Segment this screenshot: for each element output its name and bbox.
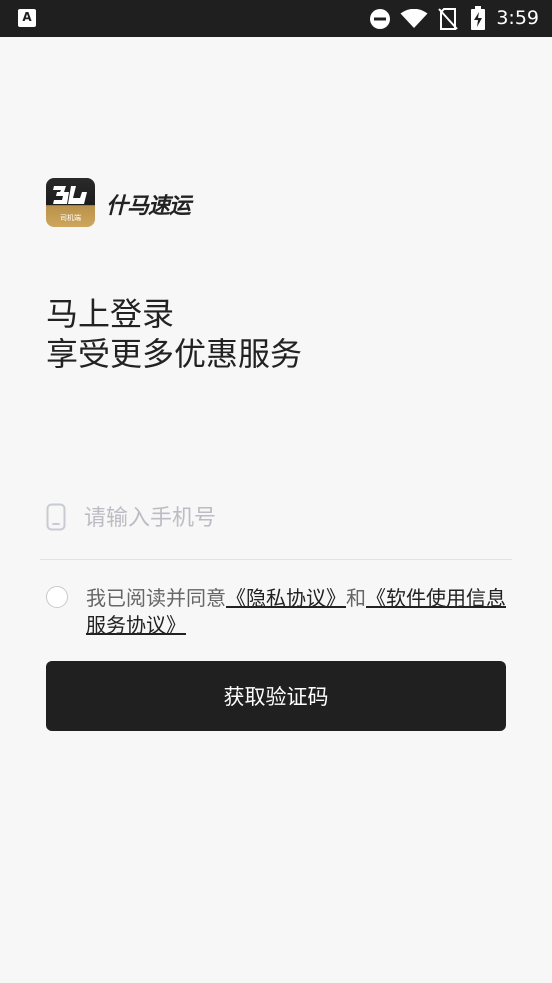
battery-charging-icon	[471, 6, 485, 30]
agreement-checkbox[interactable]	[46, 586, 68, 608]
get-verification-code-button[interactable]: 获取验证码	[46, 661, 506, 731]
agreement-conjunction: 和	[346, 586, 366, 610]
privacy-policy-link[interactable]: 《隐私协议》	[226, 586, 346, 610]
agreement-text: 我已阅读并同意《隐私协议》和《软件使用信息服务协议》	[86, 585, 506, 639]
phone-icon	[46, 503, 66, 531]
login-screen: A 3:59 司机端 什马速运 马上登录 享受更多优惠服务 请输入手机号 我已阅…	[0, 0, 552, 983]
app-logo: 司机端	[46, 178, 95, 227]
phone-number-input[interactable]	[84, 499, 504, 537]
headline-line-1: 马上登录	[46, 295, 175, 333]
status-bar: A 3:59	[0, 0, 552, 37]
no-sim-icon	[438, 8, 458, 30]
notification-app-icon: A	[18, 9, 36, 27]
login-headline: 马上登录 享受更多优惠服务	[46, 294, 302, 374]
wifi-icon	[400, 9, 428, 28]
dnd-icon	[370, 9, 390, 29]
status-time: 3:59	[496, 7, 539, 29]
notification-app-letter: A	[22, 10, 32, 24]
logo-sub-text: 司机端	[60, 214, 81, 222]
brand-wordmark: 什马速运	[106, 194, 191, 219]
logo-mark-icon	[53, 186, 87, 204]
agreement-prefix: 我已阅读并同意	[86, 586, 226, 610]
headline-line-2: 享受更多优惠服务	[46, 335, 303, 373]
input-divider	[40, 559, 512, 560]
